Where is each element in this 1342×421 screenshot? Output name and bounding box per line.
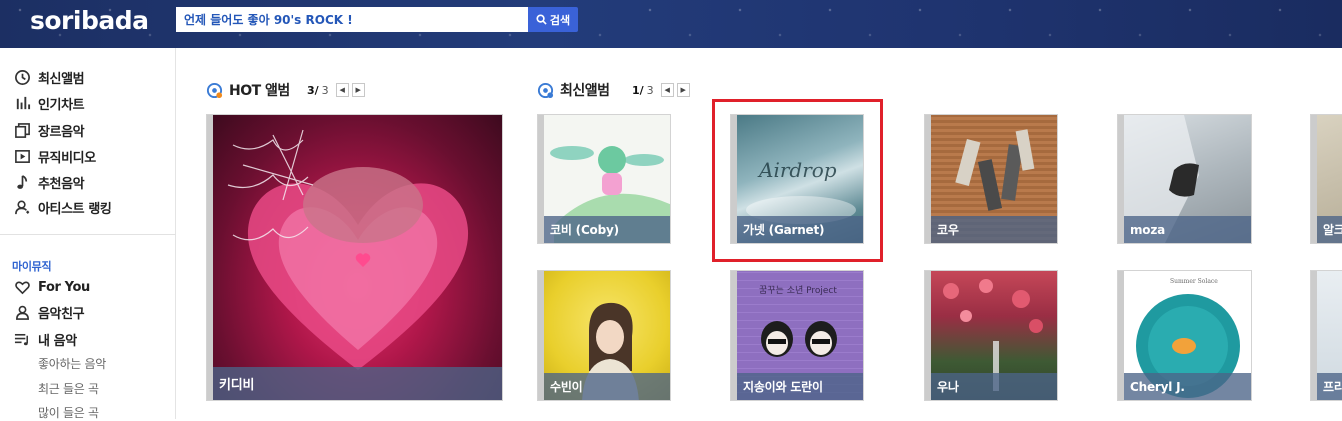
- sidebar-divider: [0, 234, 176, 235]
- album-label-bar: Cheryl J.: [1124, 373, 1251, 400]
- album-artist: 코우: [937, 223, 959, 237]
- sub-item-most-played[interactable]: 많이 들은 곡: [38, 404, 99, 421]
- album-label-bar: 가넷 (Garnet): [737, 216, 863, 243]
- sidebar-item-music-video[interactable]: 뮤직비디오: [12, 146, 96, 166]
- album-card[interactable]: 프리: [1310, 270, 1342, 401]
- sub-item-liked-music[interactable]: 좋아하는 음악: [38, 355, 106, 372]
- album-artist: 지송이와 도란이: [743, 380, 823, 394]
- search-button[interactable]: 검색: [528, 7, 578, 32]
- album-cover-title: Airdrop: [757, 158, 837, 182]
- latest-album-pager: 1/ 3 ◀ ▶: [632, 82, 690, 98]
- music-note-icon: [12, 172, 32, 192]
- video-play-icon: [12, 146, 32, 166]
- artist-person-icon: [12, 197, 32, 217]
- hot-album-card[interactable]: 키디비: [206, 114, 503, 401]
- site-logo[interactable]: soribada: [30, 6, 149, 35]
- hot-prev-button[interactable]: ◀: [335, 83, 349, 97]
- album-artist: moza: [1130, 222, 1166, 237]
- album-card[interactable]: 알크: [1310, 114, 1342, 244]
- sidebar-item-for-you[interactable]: For You: [12, 277, 90, 297]
- hot-album-label-bar: 키디비: [213, 367, 502, 400]
- sidebar-item-music-friends[interactable]: 음악친구: [12, 302, 85, 322]
- genre-stack-icon: [12, 120, 32, 140]
- album-artist: Cheryl J.: [1130, 379, 1185, 394]
- search-icon: [536, 14, 547, 25]
- hot-album-artist: 키디비: [219, 378, 255, 393]
- album-card[interactable]: Airdrop 가넷 (Garnet): [730, 114, 864, 244]
- latest-next-button[interactable]: ▶: [676, 83, 690, 97]
- search-button-label: 검색: [549, 13, 571, 27]
- hot-album-header: HOT 앨범: [206, 80, 290, 100]
- chart-bars-icon: [12, 93, 32, 113]
- heart-icon: [12, 277, 32, 297]
- hot-album-pager: 3/ 3 ◀ ▶: [307, 82, 365, 98]
- sidebar-item-recommended[interactable]: 추천음악: [12, 172, 85, 192]
- album-artist: 수빈이: [550, 380, 583, 394]
- sidebar-item-latest-album[interactable]: 최신앨범: [12, 67, 85, 87]
- sidebar-item-genre[interactable]: 장르음악: [12, 120, 85, 140]
- new-album-icon: [12, 67, 32, 87]
- album-card[interactable]: 꿈꾸는 소년 Project 지송이와 도란이: [730, 270, 864, 401]
- latest-page-current: 1/: [632, 83, 644, 97]
- sidebar-item-artist-ranking[interactable]: 아티스트 랭킹: [12, 197, 112, 217]
- latest-album-title: 최신앨범: [560, 83, 610, 99]
- album-artist: 우나: [937, 380, 959, 394]
- album-cover-title: 꿈꾸는 소년 Project: [759, 285, 837, 296]
- album-card[interactable]: 코우: [924, 114, 1058, 244]
- search-input[interactable]: [176, 7, 528, 32]
- album-card[interactable]: 수빈이: [537, 270, 671, 401]
- friends-icon: [12, 302, 32, 322]
- sidebar-item-chart[interactable]: 인기차트: [12, 93, 85, 113]
- album-label-bar: 수빈이: [544, 373, 670, 400]
- album-artist: 알크: [1323, 223, 1342, 237]
- latest-album-header: 최신앨범: [537, 80, 610, 100]
- album-label-bar: 지송이와 도란이: [737, 373, 863, 400]
- hot-page-total: 3: [321, 83, 329, 97]
- hot-album-cover: [213, 115, 502, 400]
- playlist-icon: [12, 329, 32, 349]
- hot-next-button[interactable]: ▶: [351, 83, 365, 97]
- album-artist: 코비 (Coby): [550, 223, 619, 237]
- album-cover-title: Summer Solace: [1170, 278, 1218, 285]
- album-card[interactable]: moza: [1117, 114, 1252, 244]
- search-box[interactable]: [176, 7, 528, 32]
- album-label-bar: 프리: [1317, 373, 1342, 400]
- latest-page-total: 3: [646, 83, 654, 97]
- sidebar: 최신앨범 인기차트 장르음악 뮤직비디오 추천음악 아티스트 랭킹 마이뮤직 F…: [0, 48, 176, 421]
- latest-prev-button[interactable]: ◀: [660, 83, 674, 97]
- album-artist: 가넷 (Garnet): [743, 223, 825, 237]
- hot-page-current: 3/: [307, 83, 319, 97]
- album-card[interactable]: 우나: [924, 270, 1058, 401]
- album-card[interactable]: Summer Solace Cheryl J.: [1117, 270, 1252, 401]
- my-music-title: 마이뮤직: [12, 260, 52, 273]
- hot-album-icon: [206, 82, 223, 98]
- album-artist: 프리: [1323, 380, 1342, 394]
- album-label-bar: 우나: [931, 373, 1057, 400]
- sidebar-item-my-music[interactable]: 내 음악: [12, 329, 77, 349]
- album-label-bar: 알크: [1317, 216, 1342, 243]
- album-label-bar: moza: [1124, 216, 1251, 243]
- album-label-bar: 코비 (Coby): [544, 216, 670, 243]
- latest-album-icon: [537, 82, 554, 98]
- top-header: soribada 검색: [0, 0, 1342, 48]
- album-card[interactable]: 코비 (Coby): [537, 114, 671, 244]
- hot-album-title: HOT 앨범: [229, 83, 290, 99]
- sub-item-recent-played[interactable]: 최근 들은 곡: [38, 380, 99, 397]
- album-label-bar: 코우: [931, 216, 1057, 243]
- hot-cover-art: [227, 129, 469, 370]
